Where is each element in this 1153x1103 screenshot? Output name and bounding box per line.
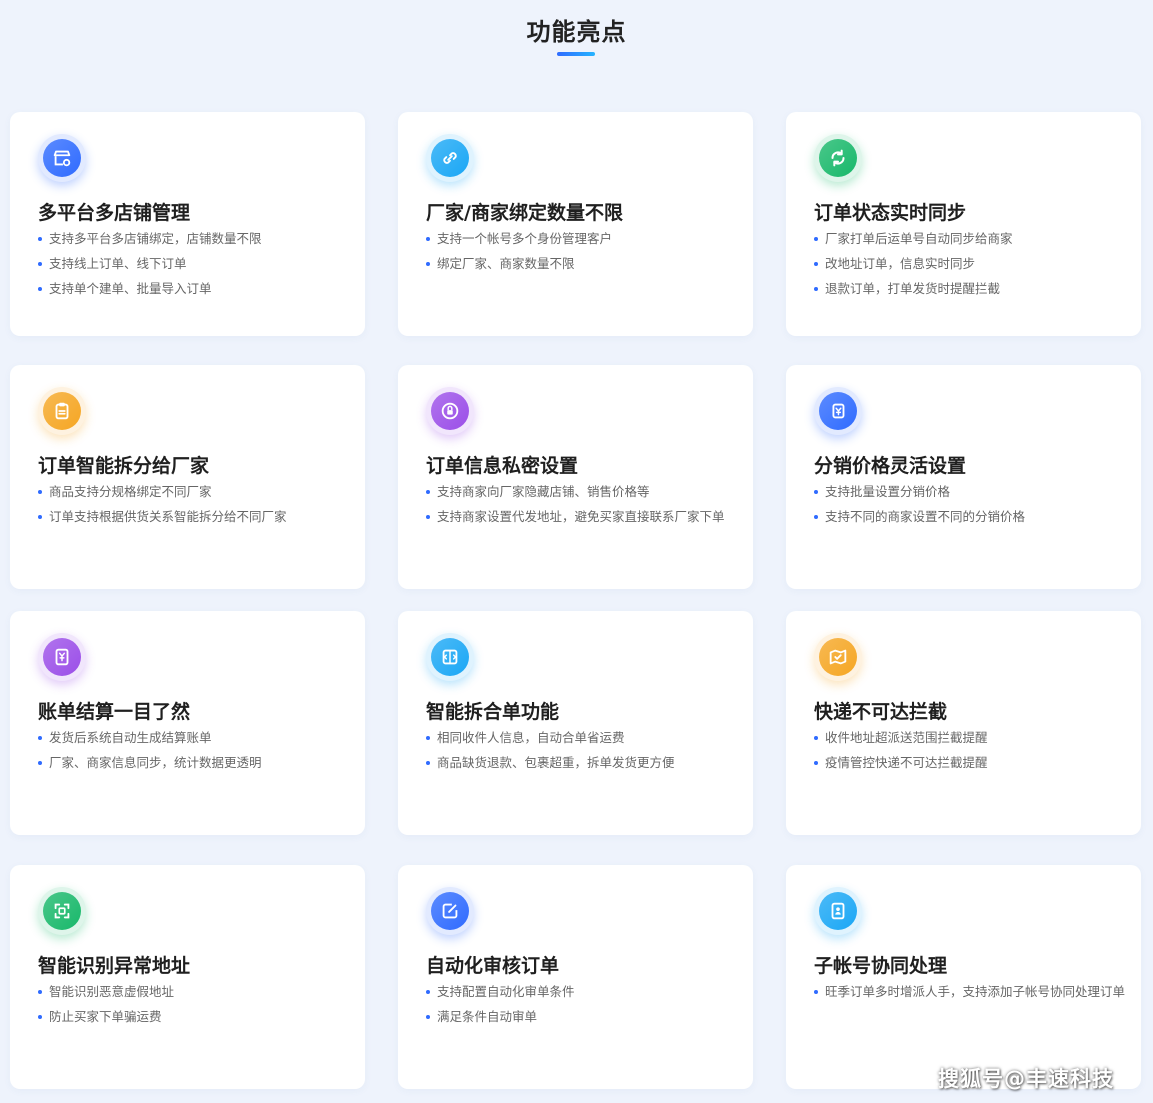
split-merge-icon bbox=[426, 633, 474, 681]
feature-bullets: 支持商家向厂家隐藏店铺、销售价格等 支持商家设置代发地址，避免买家直接联系厂家下单 bbox=[426, 481, 737, 531]
title-underline bbox=[557, 52, 595, 56]
feature-bullet: 厂家打单后运单号自动同步给商家 bbox=[814, 228, 1125, 250]
feature-card: 智能识别异常地址智能识别恶意虚假地址 防止买家下单骗运费 bbox=[10, 865, 365, 1089]
feature-bullets: 支持批量设置分销价格 支持不同的商家设置不同的分销价格 bbox=[814, 481, 1125, 531]
sub-account-icon bbox=[814, 887, 862, 935]
feature-card: 账单结算一目了然发货后系统自动生成结算账单 厂家、商家信息同步，统计数据更透明 bbox=[10, 611, 365, 835]
feature-card: 厂家/商家绑定数量不限支持一个帐号多个身份管理客户 绑定厂家、商家数量不限 bbox=[398, 112, 753, 336]
sync-icon bbox=[814, 134, 862, 182]
feature-card: 订单信息私密设置支持商家向厂家隐藏店铺、销售价格等 支持商家设置代发地址，避免买家… bbox=[398, 365, 753, 589]
feature-title: 订单状态实时同步 bbox=[814, 202, 967, 224]
feature-card: 智能拆合单功能相同收件人信息，自动合单省运费 商品缺货退款、包裹超重，拆单发货更方… bbox=[398, 611, 753, 835]
feature-bullet: 商品支持分规格绑定不同厂家 bbox=[38, 481, 349, 503]
feature-bullet: 旺季订单多时增派人手，支持添加子帐号协同处理订单 bbox=[814, 981, 1125, 1003]
feature-bullet: 订单支持根据供货关系智能拆分给不同厂家 bbox=[38, 506, 349, 528]
feature-bullet: 退款订单，打单发货时提醒拦截 bbox=[814, 278, 1125, 300]
feature-bullet: 支持单个建单、批量导入订单 bbox=[38, 278, 349, 300]
feature-title: 厂家/商家绑定数量不限 bbox=[426, 202, 623, 224]
feature-bullet: 防止买家下单骗运费 bbox=[38, 1006, 349, 1028]
feature-bullets: 支持多平台多店铺绑定，店铺数量不限 支持线上订单、线下订单 支持单个建单、批量导入订… bbox=[38, 228, 349, 303]
feature-bullet: 支持多平台多店铺绑定，店铺数量不限 bbox=[38, 228, 349, 250]
feature-bullets: 商品支持分规格绑定不同厂家 订单支持根据供货关系智能拆分给不同厂家 bbox=[38, 481, 349, 531]
feature-bullet: 厂家、商家信息同步，统计数据更透明 bbox=[38, 752, 349, 774]
feature-title: 快递不可达拦截 bbox=[814, 701, 948, 723]
feature-bullet: 支持线上订单、线下订单 bbox=[38, 253, 349, 275]
edit-doc-icon bbox=[426, 887, 474, 935]
feature-bullet: 支持商家向厂家隐藏店铺、销售价格等 bbox=[426, 481, 737, 503]
feature-bullet: 支持一个帐号多个身份管理客户 bbox=[426, 228, 737, 250]
feature-bullet: 商品缺货退款、包裹超重，拆单发货更方便 bbox=[426, 752, 737, 774]
privacy-lock-icon bbox=[426, 387, 474, 435]
feature-bullets: 相同收件人信息，自动合单省运费 商品缺货退款、包裹超重，拆单发货更方便 bbox=[426, 727, 737, 777]
feature-bullet: 支持不同的商家设置不同的分销价格 bbox=[814, 506, 1125, 528]
feature-bullet: 支持配置自动化审单条件 bbox=[426, 981, 737, 1003]
feature-bullet: 收件地址超派送范围拦截提醒 bbox=[814, 727, 1125, 749]
map-check-icon bbox=[814, 633, 862, 681]
scan-icon bbox=[38, 887, 86, 935]
feature-bullet: 绑定厂家、商家数量不限 bbox=[426, 253, 737, 275]
feature-title: 自动化审核订单 bbox=[426, 955, 560, 977]
store-settings-icon bbox=[38, 134, 86, 182]
feature-bullet: 满足条件自动审单 bbox=[426, 1006, 737, 1028]
feature-card: 子帐号协同处理旺季订单多时增派人手，支持添加子帐号协同处理订单 bbox=[786, 865, 1141, 1089]
feature-bullets: 收件地址超派送范围拦截提醒 疫情管控快递不可达拦截提醒 bbox=[814, 727, 1125, 777]
price-tag-icon bbox=[814, 387, 862, 435]
feature-bullet: 支持商家设置代发地址，避免买家直接联系厂家下单 bbox=[426, 506, 737, 528]
feature-bullet: 改地址订单，信息实时同步 bbox=[814, 253, 1125, 275]
feature-title: 账单结算一目了然 bbox=[38, 701, 191, 723]
feature-card: 快递不可达拦截收件地址超派送范围拦截提醒 疫情管控快递不可达拦截提醒 bbox=[786, 611, 1141, 835]
feature-bullets: 支持配置自动化审单条件 满足条件自动审单 bbox=[426, 981, 737, 1031]
feature-bullet: 相同收件人信息，自动合单省运费 bbox=[426, 727, 737, 749]
feature-card: 自动化审核订单支持配置自动化审单条件 满足条件自动审单 bbox=[398, 865, 753, 1089]
feature-title: 订单信息私密设置 bbox=[426, 455, 579, 477]
feature-bullets: 支持一个帐号多个身份管理客户 绑定厂家、商家数量不限 bbox=[426, 228, 737, 278]
feature-bullets: 旺季订单多时增派人手，支持添加子帐号协同处理订单 bbox=[814, 981, 1125, 1006]
feature-title: 智能拆合单功能 bbox=[426, 701, 560, 723]
feature-bullets: 发货后系统自动生成结算账单 厂家、商家信息同步，统计数据更透明 bbox=[38, 727, 349, 777]
feature-bullet: 支持批量设置分销价格 bbox=[814, 481, 1125, 503]
feature-title: 智能识别异常地址 bbox=[38, 955, 191, 977]
feature-title: 订单智能拆分给厂家 bbox=[38, 455, 210, 477]
feature-bullets: 智能识别恶意虚假地址 防止买家下单骗运费 bbox=[38, 981, 349, 1031]
feature-title: 多平台多店铺管理 bbox=[38, 202, 191, 224]
feature-bullets: 厂家打单后运单号自动同步给商家 改地址订单，信息实时同步 退款订单，打单发货时提醒拦… bbox=[814, 228, 1125, 303]
feature-title: 分销价格灵活设置 bbox=[814, 455, 967, 477]
watermark: 搜狐号@丰速科技 bbox=[938, 1067, 1114, 1091]
feature-card: 订单状态实时同步厂家打单后运单号自动同步给商家 改地址订单，信息实时同步 退款订单，… bbox=[786, 112, 1141, 336]
feature-card: 多平台多店铺管理支持多平台多店铺绑定，店铺数量不限 支持线上订单、线下订单 支持单个… bbox=[10, 112, 365, 336]
feature-title: 子帐号协同处理 bbox=[814, 955, 948, 977]
clipboard-icon bbox=[38, 387, 86, 435]
feature-card: 订单智能拆分给厂家商品支持分规格绑定不同厂家 订单支持根据供货关系智能拆分给不同厂… bbox=[10, 365, 365, 589]
page-title: 功能亮点 bbox=[526, 18, 627, 46]
feature-bullet: 智能识别恶意虚假地址 bbox=[38, 981, 349, 1003]
link-icon bbox=[426, 134, 474, 182]
feature-bullet: 发货后系统自动生成结算账单 bbox=[38, 727, 349, 749]
bill-icon bbox=[38, 633, 86, 681]
feature-bullet: 疫情管控快递不可达拦截提醒 bbox=[814, 752, 1125, 774]
feature-card: 分销价格灵活设置支持批量设置分销价格 支持不同的商家设置不同的分销价格 bbox=[786, 365, 1141, 589]
